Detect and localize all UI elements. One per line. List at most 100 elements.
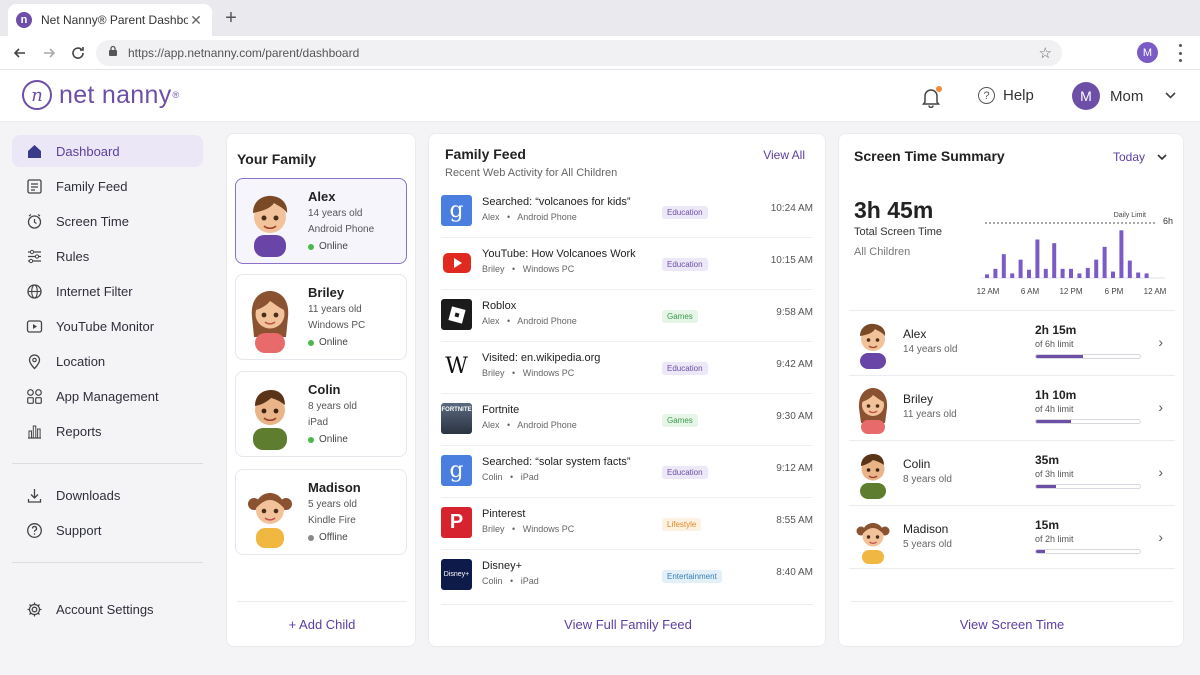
browser-tab[interactable]: n Net Nanny® Parent Dashboard ✕ bbox=[8, 4, 212, 36]
close-tab-icon[interactable]: ✕ bbox=[188, 12, 204, 29]
child-age: 5 years old bbox=[903, 539, 952, 550]
period-dropdown[interactable]: Today bbox=[1113, 148, 1167, 166]
feed-item[interactable]: YouTube: How Volcanoes Work Briley • Win… bbox=[441, 238, 813, 290]
logo-text: net nanny bbox=[59, 80, 172, 109]
sidebar-item-label: App Management bbox=[56, 388, 159, 404]
feed-item[interactable]: FORTNITE Fortnite Alex • Android Phone G… bbox=[441, 394, 813, 446]
chart-bar bbox=[1069, 268, 1073, 278]
screen-time-row-alex[interactable]: Alex 14 years old 2h 15m of 6h limit › bbox=[849, 310, 1175, 374]
feed-item-time: 9:42 AM bbox=[776, 359, 813, 370]
sidebar-item-downloads[interactable]: Downloads bbox=[12, 479, 203, 511]
category-tag: Entertainment bbox=[662, 570, 722, 583]
sidebar-item-location[interactable]: Location bbox=[12, 345, 203, 377]
sidebar-divider bbox=[12, 562, 203, 563]
view-full-family-feed-link[interactable]: View Full Family Feed bbox=[429, 617, 827, 632]
child-avatar-madison bbox=[248, 493, 292, 548]
address-bar[interactable]: https://app.netnanny.com/parent/dashboar… bbox=[96, 40, 1062, 66]
feed-item[interactable]: Disney+ Disney+ Colin • iPad Entertainme… bbox=[441, 550, 813, 602]
separator-dot: • bbox=[512, 368, 516, 378]
child-card-alex[interactable]: Alex 14 years old Android Phone Online bbox=[235, 178, 407, 264]
status-dot bbox=[308, 436, 314, 443]
feed-item[interactable]: P Pinterest Briley • Windows PC Lifestyl… bbox=[441, 498, 813, 550]
chevron-down-icon bbox=[1157, 148, 1167, 166]
status-online: Online bbox=[308, 434, 348, 445]
feed-item-device: Windows PC bbox=[522, 264, 575, 274]
netnanny-logo[interactable]: n net nanny ® bbox=[22, 80, 179, 110]
child-limit: of 2h limit bbox=[1035, 534, 1074, 544]
chart-bar bbox=[1094, 259, 1099, 278]
sidebar-item-account-settings[interactable]: Account Settings bbox=[12, 593, 203, 625]
feed-item-time: 10:15 AM bbox=[770, 255, 813, 266]
view-screen-time-link[interactable]: View Screen Time bbox=[839, 617, 1185, 632]
feed-item[interactable]: Roblox Alex • Android Phone Games 9:58 A… bbox=[441, 290, 813, 342]
child-age: 14 years old bbox=[308, 208, 363, 219]
sidebar-item-dashboard[interactable]: Dashboard bbox=[12, 135, 203, 167]
feed-item-device: Windows PC bbox=[522, 368, 575, 378]
screen-time-row-briley[interactable]: Briley 11 years old 1h 10m of 4h limit › bbox=[849, 375, 1175, 439]
feed-item[interactable]: W Visited: en.wikipedia.org Briley • Win… bbox=[441, 342, 813, 394]
google-search-icon: g bbox=[441, 195, 472, 226]
feed-item-child: Colin bbox=[482, 576, 503, 586]
child-age: 11 years old bbox=[903, 409, 957, 420]
new-tab-button[interactable]: + bbox=[220, 8, 242, 30]
separator-dot: • bbox=[507, 316, 511, 326]
sidebar-item-reports[interactable]: Reports bbox=[12, 415, 203, 447]
back-arrow-icon[interactable] bbox=[9, 42, 31, 64]
screen-time-progress bbox=[1035, 354, 1141, 359]
status-online: Online bbox=[308, 337, 348, 348]
question-icon bbox=[26, 522, 43, 539]
child-card-madison[interactable]: Madison 5 years old Kindle Fire Offline bbox=[235, 469, 407, 555]
add-child-button[interactable]: + Add Child bbox=[227, 617, 417, 632]
reload-icon[interactable] bbox=[67, 42, 89, 64]
sidebar-item-internet-filter[interactable]: Internet Filter bbox=[12, 275, 203, 307]
separator-dot: • bbox=[510, 472, 514, 482]
feed-item-time: 9:58 AM bbox=[776, 307, 813, 318]
feed-item-title: Fortnite bbox=[482, 404, 520, 416]
netnanny-logo-mark-icon: n bbox=[22, 80, 52, 110]
sidebar-item-label: Family Feed bbox=[56, 178, 128, 194]
view-all-link[interactable]: View All bbox=[763, 148, 805, 162]
sidebar-item-youtube-monitor[interactable]: YouTube Monitor bbox=[12, 310, 203, 342]
card-divider bbox=[237, 601, 407, 602]
screen-time-progress bbox=[1035, 549, 1141, 554]
feed-item[interactable]: g Searched: “solar system facts” Colin •… bbox=[441, 446, 813, 498]
chart-bar bbox=[993, 268, 998, 278]
separator-dot: • bbox=[507, 420, 511, 430]
child-avatar-alex bbox=[253, 195, 288, 257]
category-tag: Education bbox=[662, 362, 708, 375]
google-search-icon: g bbox=[441, 455, 472, 486]
chart-bar bbox=[1010, 273, 1015, 278]
help-button[interactable]: ? Help bbox=[978, 87, 1034, 104]
bookmark-star-icon[interactable]: ☆ bbox=[1039, 44, 1052, 62]
chart-bar bbox=[1035, 239, 1040, 278]
sidebar-item-label: Account Settings bbox=[56, 601, 154, 617]
sidebar-item-rules[interactable]: Rules bbox=[12, 240, 203, 272]
sidebar-item-screen-time[interactable]: Screen Time bbox=[12, 205, 203, 237]
feed-item-time: 10:24 AM bbox=[770, 203, 813, 214]
chart-bar bbox=[1102, 246, 1107, 278]
feed-item-meta: Alex • Android Phone bbox=[482, 316, 577, 326]
user-menu[interactable]: M Mom bbox=[1072, 82, 1176, 110]
chart-bar bbox=[1027, 269, 1031, 278]
tab-title: Net Nanny® Parent Dashboard bbox=[41, 13, 188, 27]
browser-menu-icon[interactable] bbox=[1174, 44, 1186, 62]
child-card-colin[interactable]: Colin 8 years old iPad Online bbox=[235, 371, 407, 457]
screen-time-row-madison[interactable]: Madison 5 years old 15m of 2h limit › bbox=[849, 505, 1175, 569]
screen-time-row-colin[interactable]: Colin 8 years old 35m of 3h limit › bbox=[849, 440, 1175, 504]
category-tag: Education bbox=[662, 466, 708, 479]
feed-item-device: Windows PC bbox=[522, 524, 575, 534]
feed-item-device: Android Phone bbox=[517, 420, 577, 430]
notifications-bell-icon[interactable] bbox=[920, 86, 942, 109]
status-text: Online bbox=[319, 434, 348, 445]
sidebar-item-family-feed[interactable]: Family Feed bbox=[12, 170, 203, 202]
feed-item[interactable]: g Searched: “volcanoes for kids” Alex • … bbox=[441, 186, 813, 238]
category-tag: Games bbox=[662, 310, 698, 323]
download-icon bbox=[26, 487, 43, 504]
chevron-down-icon bbox=[1165, 90, 1176, 102]
child-card-briley[interactable]: Briley 11 years old Windows PC Online bbox=[235, 274, 407, 360]
forward-arrow-icon[interactable] bbox=[38, 42, 60, 64]
browser-profile-avatar[interactable]: M bbox=[1137, 42, 1158, 63]
sidebar-item-support[interactable]: Support bbox=[12, 514, 203, 546]
sidebar-item-app-management[interactable]: App Management bbox=[12, 380, 203, 412]
child-name: Briley bbox=[308, 285, 345, 300]
